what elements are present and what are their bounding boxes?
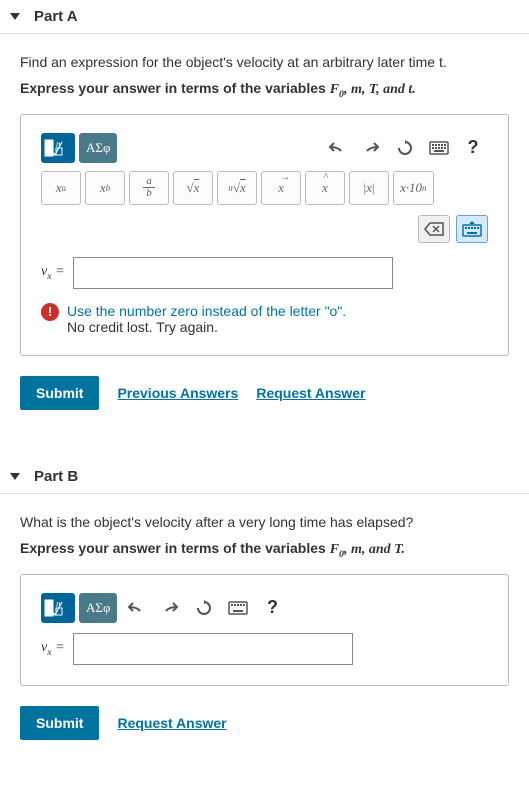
keyboard-icon[interactable] bbox=[223, 594, 253, 622]
undo-icon[interactable] bbox=[121, 594, 151, 622]
sci-button[interactable]: x·10n bbox=[393, 171, 434, 205]
util-row bbox=[41, 215, 488, 243]
keyboard-toggle-icon[interactable] bbox=[456, 215, 488, 243]
part-b: Part B What is the object's velocity aft… bbox=[0, 460, 529, 760]
previous-answers-link[interactable]: Previous Answers bbox=[117, 385, 238, 401]
reset-icon[interactable] bbox=[390, 134, 420, 162]
subscript-button[interactable]: xb bbox=[85, 171, 125, 205]
hint-vars: F0, m, and T. bbox=[330, 542, 405, 557]
answer-input[interactable] bbox=[73, 633, 353, 665]
error-icon: ! bbox=[41, 303, 59, 321]
error-message: ! Use the number zero instead of the let… bbox=[41, 303, 488, 335]
triangle-down-icon bbox=[10, 13, 20, 20]
question-hint: Express your answer in terms of the vari… bbox=[20, 80, 509, 100]
question-text-content: Find an expression for the object's velo… bbox=[20, 54, 447, 70]
answer-area: n ΑΣφ ? vx = bbox=[20, 574, 509, 686]
part-a-header[interactable]: Part A bbox=[0, 0, 529, 34]
nroot-button[interactable]: n√x bbox=[217, 171, 257, 205]
triangle-down-icon bbox=[10, 473, 20, 480]
answer-line: vx = bbox=[41, 257, 488, 289]
error-line-1: Use the number zero instead of the lette… bbox=[67, 303, 346, 319]
part-a: Part A Find an expression for the object… bbox=[0, 0, 529, 430]
reset-icon[interactable] bbox=[189, 594, 219, 622]
part-a-title: Part A bbox=[34, 8, 78, 25]
error-text: Use the number zero instead of the lette… bbox=[67, 303, 346, 335]
answer-area: n ΑΣφ ? xa xb bbox=[20, 114, 509, 356]
vector-button[interactable]: x→ bbox=[261, 171, 301, 205]
answer-input[interactable] bbox=[73, 257, 393, 289]
question-text: Find an expression for the object's velo… bbox=[20, 54, 509, 70]
answer-line: vx = bbox=[41, 633, 488, 665]
submit-row: Submit Previous Answers Request Answer bbox=[20, 376, 509, 410]
sqrt-button[interactable]: √x bbox=[173, 171, 213, 205]
toolbar-main: n ΑΣφ ? bbox=[41, 133, 488, 163]
part-b-body: What is the object's velocity after a ve… bbox=[0, 494, 529, 760]
undo-icon[interactable] bbox=[322, 134, 352, 162]
question-hint: Express your answer in terms of the vari… bbox=[20, 540, 509, 560]
part-b-title: Part B bbox=[34, 468, 78, 485]
hint-prefix: Express your answer in terms of the vari… bbox=[20, 540, 330, 556]
request-answer-link[interactable]: Request Answer bbox=[117, 715, 226, 731]
hat-button[interactable]: x^ bbox=[305, 171, 345, 205]
hint-prefix: Express your answer in terms of the vari… bbox=[20, 80, 330, 96]
question-text: What is the object's velocity after a ve… bbox=[20, 514, 509, 530]
redo-icon[interactable] bbox=[356, 134, 386, 162]
answer-lhs: vx = bbox=[41, 640, 65, 658]
abs-button[interactable]: |x| bbox=[349, 171, 389, 205]
help-icon[interactable]: ? bbox=[257, 594, 287, 622]
answer-lhs: vx = bbox=[41, 264, 65, 282]
superscript-button[interactable]: xa bbox=[41, 171, 81, 205]
part-a-body: Find an expression for the object's velo… bbox=[0, 34, 529, 430]
fraction-button[interactable]: ab bbox=[129, 171, 169, 205]
math-toolbar: xa xb ab √x n√x x→ x^ |x| x·10n bbox=[41, 171, 488, 205]
template-button[interactable]: n bbox=[41, 593, 75, 623]
part-b-header[interactable]: Part B bbox=[0, 460, 529, 494]
greek-button[interactable]: ΑΣφ bbox=[79, 133, 117, 163]
greek-button[interactable]: ΑΣφ bbox=[79, 593, 117, 623]
submit-button[interactable]: Submit bbox=[20, 376, 99, 410]
keyboard-icon[interactable] bbox=[424, 134, 454, 162]
help-icon[interactable]: ? bbox=[458, 134, 488, 162]
toolbar-main: n ΑΣφ ? bbox=[41, 593, 488, 623]
error-line-2: No credit lost. Try again. bbox=[67, 319, 346, 335]
submit-button[interactable]: Submit bbox=[20, 706, 99, 740]
template-button[interactable]: n bbox=[41, 133, 75, 163]
hint-vars: F0, m, T, and t. bbox=[330, 82, 416, 97]
request-answer-link[interactable]: Request Answer bbox=[256, 385, 365, 401]
redo-icon[interactable] bbox=[155, 594, 185, 622]
submit-row: Submit Request Answer bbox=[20, 706, 509, 740]
backspace-icon[interactable] bbox=[418, 215, 450, 243]
